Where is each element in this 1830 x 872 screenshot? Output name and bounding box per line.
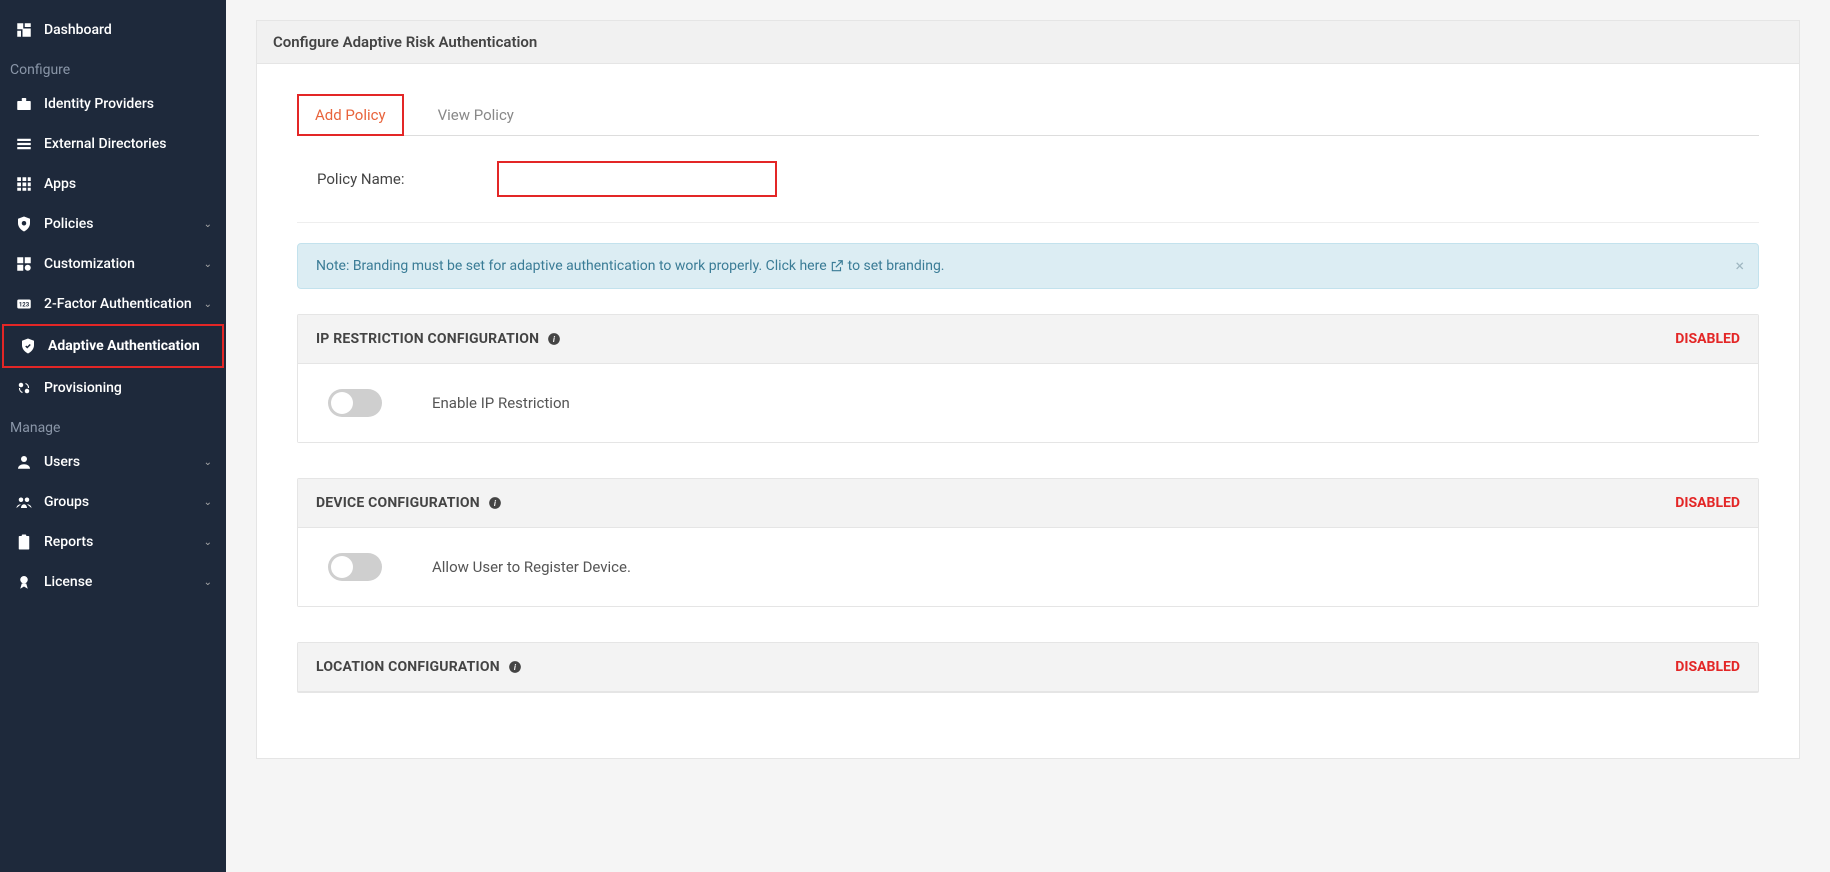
- puzzle-icon: [14, 254, 34, 274]
- card-header: DEVICE CONFIGURATION i DISABLED: [298, 479, 1758, 528]
- toggle-knob: [331, 556, 353, 578]
- groups-icon: [14, 492, 34, 512]
- sidebar-section-manage: Manage: [0, 408, 226, 442]
- sidebar-label: Customization: [44, 256, 204, 272]
- sidebar-item-customization[interactable]: Customization ⌄: [0, 244, 226, 284]
- info-icon: i: [488, 496, 502, 510]
- briefcase-icon: [14, 94, 34, 114]
- sidebar: Dashboard Configure Identity Providers E…: [0, 0, 226, 872]
- chevron-down-icon: ⌄: [204, 259, 212, 270]
- policy-name-label: Policy Name:: [317, 170, 437, 188]
- user-icon: [14, 452, 34, 472]
- sidebar-label: Groups: [44, 494, 204, 510]
- sidebar-label: External Directories: [44, 136, 212, 152]
- sync-users-icon: [14, 378, 34, 398]
- chevron-down-icon: ⌄: [204, 219, 212, 230]
- card-header: LOCATION CONFIGURATION i DISABLED: [298, 643, 1758, 692]
- sidebar-item-adaptive-auth[interactable]: Adaptive Authentication: [2, 324, 224, 368]
- sidebar-label: Users: [44, 454, 204, 470]
- sidebar-label: Dashboard: [44, 22, 212, 38]
- policy-name-input[interactable]: [497, 161, 777, 197]
- toggle-knob: [331, 392, 353, 414]
- sidebar-item-two-factor[interactable]: 123 2-Factor Authentication ⌄: [0, 284, 226, 324]
- chevron-down-icon: ⌄: [204, 497, 212, 508]
- tab-view-policy[interactable]: View Policy: [420, 94, 532, 136]
- chevron-down-icon: ⌄: [204, 537, 212, 548]
- chevron-down-icon: ⌄: [204, 457, 212, 468]
- alert-text-suffix: to set branding.: [848, 258, 945, 274]
- list-icon: [14, 134, 34, 154]
- status-badge: DISABLED: [1675, 495, 1740, 511]
- sidebar-label: Provisioning: [44, 380, 212, 396]
- tab-add-policy[interactable]: Add Policy: [297, 94, 404, 136]
- card-title: DEVICE CONFIGURATION i: [316, 495, 502, 511]
- sidebar-item-identity-providers[interactable]: Identity Providers: [0, 84, 226, 124]
- award-icon: [14, 572, 34, 592]
- sidebar-section-configure: Configure: [0, 50, 226, 84]
- device-config-card: DEVICE CONFIGURATION i DISABLED Allow Us…: [297, 478, 1759, 607]
- info-icon: i: [508, 660, 522, 674]
- location-config-card: LOCATION CONFIGURATION i DISABLED: [297, 642, 1759, 693]
- card-body: Enable IP Restriction: [298, 364, 1758, 442]
- sidebar-label: Adaptive Authentication: [48, 338, 208, 354]
- sidebar-label: License: [44, 574, 204, 590]
- close-alert-button[interactable]: ×: [1735, 256, 1744, 275]
- svg-text:123: 123: [19, 301, 30, 308]
- sidebar-label: Policies: [44, 216, 204, 232]
- sidebar-item-policies[interactable]: Policies ⌄: [0, 204, 226, 244]
- sidebar-item-users[interactable]: Users ⌄: [0, 442, 226, 482]
- sidebar-item-groups[interactable]: Groups ⌄: [0, 482, 226, 522]
- sidebar-label: Identity Providers: [44, 96, 212, 112]
- sidebar-item-apps[interactable]: Apps: [0, 164, 226, 204]
- chevron-down-icon: ⌄: [204, 299, 212, 310]
- shield-check-icon: [18, 336, 38, 356]
- policy-name-row: Policy Name:: [297, 156, 1759, 223]
- clipboard-icon: [14, 532, 34, 552]
- card-title: IP RESTRICTION CONFIGURATION i: [316, 331, 561, 347]
- sidebar-item-reports[interactable]: Reports ⌄: [0, 522, 226, 562]
- branding-link[interactable]: here: [799, 258, 844, 274]
- card-body: Allow User to Register Device.: [298, 528, 1758, 606]
- info-icon: i: [547, 332, 561, 346]
- page-title: Configure Adaptive Risk Authentication: [256, 20, 1800, 64]
- chevron-down-icon: ⌄: [204, 577, 212, 588]
- sidebar-label: Apps: [44, 176, 212, 192]
- status-badge: DISABLED: [1675, 659, 1740, 675]
- card-header: IP RESTRICTION CONFIGURATION i DISABLED: [298, 315, 1758, 364]
- sidebar-item-external-directories[interactable]: External Directories: [0, 124, 226, 164]
- shield-search-icon: [14, 214, 34, 234]
- grid-icon: [14, 174, 34, 194]
- page-body: Add Policy View Policy Policy Name: Note…: [256, 64, 1800, 759]
- toggle-label: Enable IP Restriction: [432, 394, 570, 412]
- toggle-label: Allow User to Register Device.: [432, 558, 631, 576]
- device-register-toggle[interactable]: [328, 553, 382, 581]
- sidebar-item-license[interactable]: License ⌄: [0, 562, 226, 602]
- card-title: LOCATION CONFIGURATION i: [316, 659, 522, 675]
- status-badge: DISABLED: [1675, 331, 1740, 347]
- policy-tabs: Add Policy View Policy: [297, 94, 1759, 136]
- dashboard-icon: [14, 20, 34, 40]
- main-content: Configure Adaptive Risk Authentication A…: [226, 0, 1830, 872]
- sidebar-label: Reports: [44, 534, 204, 550]
- external-link-icon: [830, 259, 844, 273]
- alert-text-prefix: Note: Branding must be set for adaptive …: [316, 258, 799, 274]
- ip-restriction-card: IP RESTRICTION CONFIGURATION i DISABLED …: [297, 314, 1759, 443]
- number-badge-icon: 123: [14, 294, 34, 314]
- sidebar-item-dashboard[interactable]: Dashboard: [0, 10, 226, 50]
- sidebar-item-provisioning[interactable]: Provisioning: [0, 368, 226, 408]
- sidebar-label: 2-Factor Authentication: [44, 296, 204, 312]
- ip-restriction-toggle[interactable]: [328, 389, 382, 417]
- branding-note-alert: Note: Branding must be set for adaptive …: [297, 243, 1759, 289]
